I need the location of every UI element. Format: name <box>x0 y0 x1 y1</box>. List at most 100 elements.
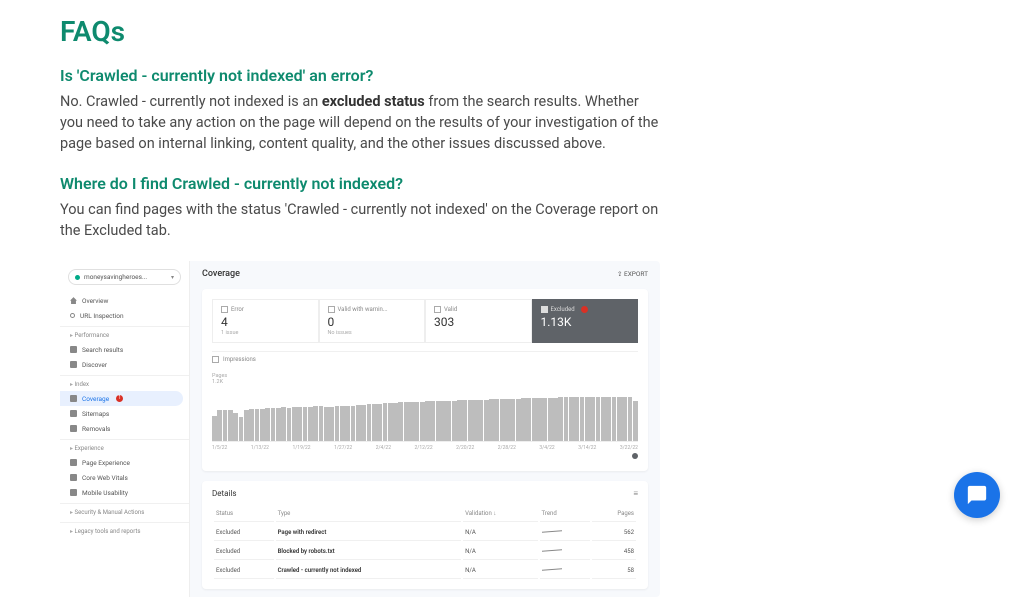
chart-bar <box>468 400 473 441</box>
chart-bar <box>335 406 340 441</box>
legend-dot-icon <box>632 453 638 459</box>
sparkline-icon <box>542 547 562 553</box>
chart-bar <box>633 401 638 442</box>
sidebar-section-legacy[interactable]: Legacy tools and reports <box>60 522 189 538</box>
chart-bar <box>383 403 388 441</box>
chart-bar <box>580 397 585 441</box>
tab-error[interactable]: Error 4 1 issue <box>212 299 319 343</box>
chart-bar <box>521 398 526 441</box>
chart-bar <box>473 400 478 441</box>
table-row[interactable]: ExcludedCrawled - currently not indexedN… <box>214 562 636 579</box>
chart-bar <box>612 397 617 441</box>
chart-bar <box>239 417 244 441</box>
sparkline-icon <box>542 528 562 534</box>
speed-icon <box>70 474 77 481</box>
chart-bar <box>303 407 308 441</box>
chart-bar <box>628 397 633 441</box>
sidebar-item-overview[interactable]: Overview <box>60 293 189 308</box>
chart-bar <box>223 410 228 442</box>
chart-bar <box>393 403 398 441</box>
remove-icon <box>70 425 77 432</box>
chart-bar <box>372 404 377 441</box>
chart-bar <box>436 401 441 441</box>
chart-bar <box>596 397 601 441</box>
sidebar-item-search-results[interactable]: Search results <box>60 342 189 357</box>
sidebar-section-experience[interactable]: Experience <box>60 439 189 455</box>
chart-bar <box>297 407 302 441</box>
chart-bar <box>281 407 286 441</box>
sitemap-icon <box>70 410 77 417</box>
chart-bar <box>398 402 403 441</box>
sidebar-item-mobile[interactable]: Mobile Usability <box>60 485 189 500</box>
chart-bar <box>313 406 318 441</box>
chart-bar <box>367 404 372 441</box>
chart-bar <box>388 403 393 441</box>
property-selector[interactable]: moneysavingheroes... <box>68 269 181 285</box>
tab-valid-warnings[interactable]: Valid with warnin... 0 No issues <box>319 299 426 343</box>
chart-bar <box>356 405 361 441</box>
chart-bar <box>446 401 451 441</box>
chart-bar <box>569 397 574 441</box>
chart-bar <box>409 402 414 441</box>
alert-badge-icon <box>581 306 588 313</box>
chat-fab[interactable] <box>954 472 1000 518</box>
chart-bar <box>558 397 563 441</box>
chart-bar <box>287 408 292 441</box>
chart-bar <box>494 399 499 441</box>
chart-bar <box>478 400 483 441</box>
table-row[interactable]: ExcludedPage with redirectN/A562 <box>214 524 636 541</box>
chart-bar <box>249 409 254 441</box>
tab-valid[interactable]: Valid 303 <box>425 299 532 343</box>
chart-bar <box>404 402 409 441</box>
star-icon <box>70 361 77 368</box>
chart-bar <box>276 408 281 442</box>
sidebar-item-removals[interactable]: Removals <box>60 421 189 436</box>
chart-bar <box>553 398 558 441</box>
sidebar-section-performance[interactable]: Performance <box>60 326 189 342</box>
chart-bar <box>585 397 590 441</box>
chart-bar <box>542 398 547 441</box>
tab-excluded[interactable]: Excluded 1.13K <box>532 299 639 343</box>
chart-bar <box>271 408 276 441</box>
chart-bar <box>505 399 510 441</box>
faq-answer-1: No. Crawled - currently not indexed is a… <box>60 91 660 154</box>
chart-bar <box>324 407 329 441</box>
sparkline-icon <box>542 566 562 572</box>
impressions-toggle[interactable]: Impressions <box>212 351 638 367</box>
chat-icon <box>966 484 988 506</box>
faq-question-1: Is 'Crawled - currently not indexed' an … <box>60 66 660 85</box>
chart-bar <box>574 397 579 441</box>
error-badge-icon: 1 <box>116 395 123 402</box>
gsc-screenshot: moneysavingheroes... Overview URL Inspec… <box>60 261 660 597</box>
sidebar-section-security[interactable]: Security & Manual Actions <box>60 503 189 519</box>
sidebar-section-index[interactable]: Index <box>60 375 189 391</box>
gsc-main: Coverage EXPORT Error 4 1 issue Valid wi… <box>190 261 660 597</box>
search-icon <box>70 313 75 318</box>
phone-icon <box>70 489 77 496</box>
sidebar-item-url-inspection[interactable]: URL Inspection <box>60 308 189 323</box>
chart-bar <box>617 397 622 441</box>
chart-bar <box>532 398 537 441</box>
chart-bar <box>425 401 430 441</box>
chart-bar <box>462 400 467 441</box>
filter-icon[interactable]: ≡ <box>633 489 638 498</box>
sidebar-item-page-experience[interactable]: Page Experience <box>60 455 189 470</box>
home-icon <box>70 297 77 304</box>
sidebar-item-discover[interactable]: Discover <box>60 357 189 372</box>
chart-bar <box>420 402 425 441</box>
chart-bar <box>329 407 334 441</box>
sidebar-item-sitemaps[interactable]: Sitemaps <box>60 406 189 421</box>
chart-bar <box>414 402 419 441</box>
sidebar-item-cwv[interactable]: Core Web Vitals <box>60 470 189 485</box>
export-button[interactable]: EXPORT <box>617 270 648 278</box>
table-row[interactable]: ExcludedBlocked by robots.txtN/A458 <box>214 543 636 560</box>
chart-bar <box>590 397 595 441</box>
chart-bar <box>510 399 515 442</box>
experience-icon <box>70 459 77 466</box>
chart-bar <box>217 410 222 441</box>
chart-bar <box>361 405 366 441</box>
chart-bar <box>622 397 627 441</box>
sidebar-item-coverage[interactable]: Coverage1 <box>60 391 183 406</box>
chart-bar <box>292 407 297 441</box>
faq-answer-2: You can find pages with the status 'Craw… <box>60 199 660 241</box>
